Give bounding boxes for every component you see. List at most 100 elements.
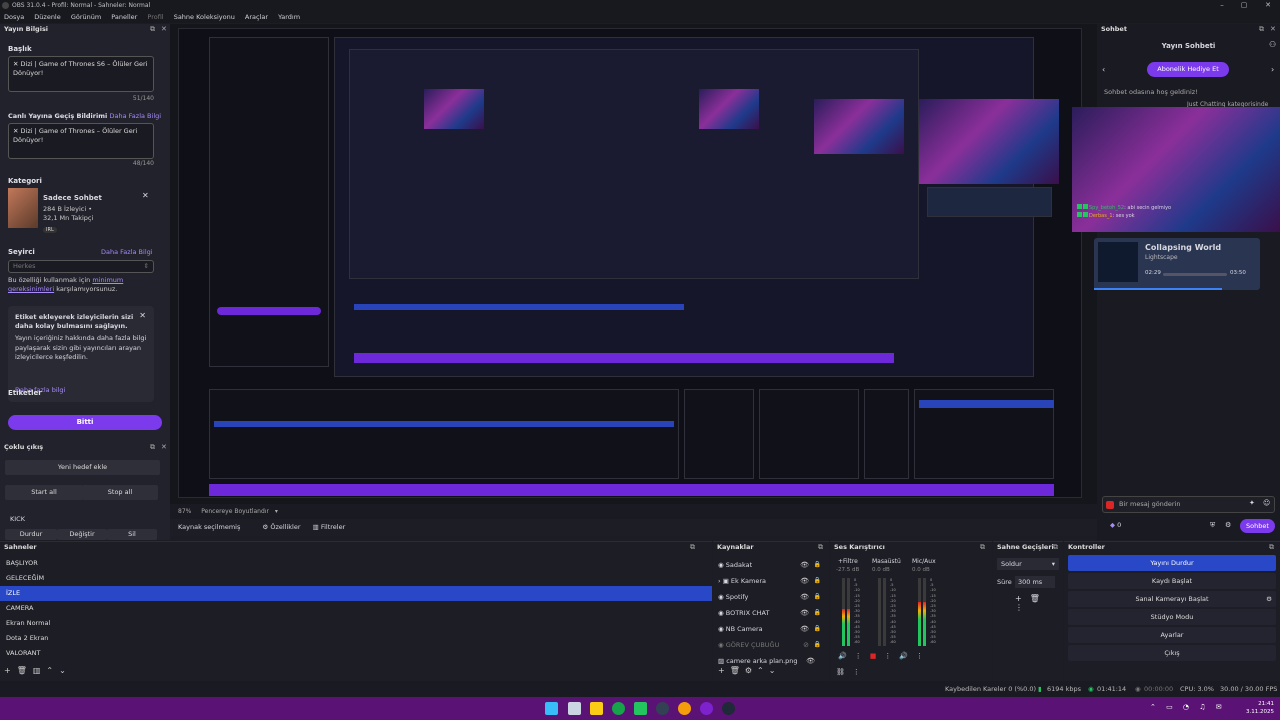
add-target-button[interactable]: Yeni hedef ekle	[5, 460, 160, 475]
task-view-icon[interactable]	[568, 702, 581, 715]
trash-icon[interactable]: 🗑	[1030, 594, 1048, 603]
add-icon[interactable]: +	[4, 666, 17, 675]
add-icon[interactable]: +	[1015, 594, 1030, 603]
float-dock-icon[interactable]: ⧉	[150, 24, 155, 35]
menu-scene-collection[interactable]: Sahne Koleksiyonu	[174, 13, 235, 21]
lock-icon[interactable]: 🔒	[814, 637, 821, 653]
eye-icon[interactable]: 👁	[800, 621, 809, 637]
float-dock-icon[interactable]: ⧉	[1259, 24, 1264, 35]
muted-speaker-icon[interactable]: ■	[870, 652, 885, 660]
preview-canvas[interactable]	[178, 28, 1082, 498]
more-icon[interactable]: ⋮	[853, 668, 868, 676]
user-list-icon[interactable]: ⚇	[1269, 40, 1276, 49]
windows-start-icon[interactable]	[545, 702, 558, 715]
menu-edit[interactable]: Düzenle	[34, 13, 60, 21]
float-dock-icon[interactable]: ⧉	[980, 542, 985, 553]
lock-icon[interactable]: 🔒	[814, 557, 821, 573]
done-button[interactable]: Bitti	[8, 415, 162, 430]
eye-icon[interactable]: 👁	[800, 605, 809, 621]
close-dock-icon[interactable]: ✕	[161, 24, 167, 35]
scene-item[interactable]: Dota 2 Ekran	[0, 631, 712, 646]
filter-icon[interactable]: ▥	[33, 666, 47, 675]
live-notice-input[interactable]: ✕ Dizi | Game of Thrones – Ölüler Geri D…	[8, 123, 154, 159]
menu-profile[interactable]: Profil	[147, 13, 163, 21]
chat-username[interactable]: Derbas_1	[1089, 213, 1113, 219]
float-dock-icon[interactable]: ⧉	[690, 542, 695, 553]
lock-icon[interactable]: 🔒	[814, 589, 821, 605]
trash-icon[interactable]: 🗑	[17, 666, 33, 675]
stop-stream-button[interactable]: Yayını Durdur	[1068, 555, 1276, 571]
gift-sub-button[interactable]: Abonelik Hediye Et	[1147, 62, 1229, 77]
settings-button[interactable]: Ayarlar	[1068, 627, 1276, 643]
settings-icon[interactable]: ⚙	[1225, 521, 1231, 529]
app-icon-2[interactable]	[722, 702, 735, 715]
chat-send-button[interactable]: Sohbet	[1240, 519, 1275, 533]
chat-input[interactable]: Bir mesaj gönderin ✦ ☺	[1102, 496, 1275, 513]
app-icon[interactable]	[700, 702, 713, 715]
float-dock-icon[interactable]: ⧉	[1269, 542, 1274, 553]
eye-icon[interactable]: 👁	[800, 557, 809, 573]
preview-area[interactable]	[170, 24, 1097, 504]
scene-item[interactable]: Ekran Normal	[0, 616, 712, 631]
menu-file[interactable]: Dosya	[4, 13, 24, 21]
more-icon[interactable]: ⋮	[916, 652, 931, 660]
float-dock-icon[interactable]: ⧉	[818, 542, 823, 553]
obs-taskbar-icon[interactable]	[656, 702, 669, 715]
stop-target-button[interactable]: Durdur	[5, 529, 57, 540]
lock-icon[interactable]: 🔒	[814, 573, 821, 589]
more-icon[interactable]: ⋮	[855, 652, 870, 660]
up-icon[interactable]: ⌃	[757, 666, 769, 675]
up-icon[interactable]: ⌃	[46, 666, 59, 675]
chrome-icon[interactable]	[678, 702, 691, 715]
start-all-button[interactable]: Start all	[5, 485, 83, 500]
properties-button[interactable]: Özellikler	[270, 523, 300, 531]
more-icon[interactable]: ⋮	[884, 652, 899, 660]
audience-more-link[interactable]: Daha Fazla Bilgi	[101, 248, 153, 256]
menu-tools[interactable]: Araçlar	[245, 13, 268, 21]
smile-icon[interactable]: ☺	[1263, 499, 1270, 507]
source-item-hidden[interactable]: ◉ GÖREV ÇUBUĞU ⊘ 🔒	[713, 637, 829, 653]
shield-icon[interactable]: ⛨	[1210, 521, 1215, 530]
source-item[interactable]: ◉ Sadakat 👁 🔒	[713, 557, 829, 573]
scene-item[interactable]: GELECEĞİM	[0, 571, 712, 586]
float-dock-icon[interactable]: ⧉	[150, 442, 155, 453]
gear-icon[interactable]: ⚙	[745, 666, 757, 675]
more-icon[interactable]: ⋮	[1015, 603, 1031, 612]
menu-help[interactable]: Yardım	[278, 13, 300, 21]
scene-item[interactable]: VALORANT	[0, 646, 712, 661]
chat-username[interactable]: Spy_betoh_52	[1089, 205, 1124, 211]
delete-target-button[interactable]: Sil	[107, 529, 157, 540]
start-virtual-camera-button[interactable]: Sanal Kamerayı Başlat ⚙	[1068, 591, 1276, 607]
start-recording-button[interactable]: Kaydı Başlat	[1068, 573, 1276, 589]
scene-item[interactable]: CAMERA	[0, 601, 712, 616]
file-explorer-icon[interactable]	[590, 702, 603, 715]
eye-icon[interactable]: 👁	[800, 573, 809, 589]
studio-mode-button[interactable]: Stüdyo Modu	[1068, 609, 1276, 625]
filters-button[interactable]: Filtreler	[321, 523, 345, 531]
close-dock-icon[interactable]: ✕	[161, 442, 167, 453]
scene-item-active[interactable]: İZLE	[0, 586, 712, 601]
down-icon[interactable]: ⌄	[59, 666, 72, 675]
eye-icon[interactable]: 👁	[800, 589, 809, 605]
media-player-icon[interactable]	[634, 702, 647, 715]
tray-icons[interactable]: ⌃ ▭ ◔ ♫ ✉	[1150, 703, 1226, 711]
clock[interactable]: 21:41 3.11.2025	[1246, 700, 1274, 716]
source-item[interactable]: ◉ Spotify 👁 🔒	[713, 589, 829, 605]
maximize-button[interactable]: ▢	[1234, 0, 1254, 11]
transition-select[interactable]: Soldur ▾	[997, 558, 1059, 570]
link-icon[interactable]: ⛓	[836, 668, 853, 676]
expand-icon[interactable]: ›	[718, 577, 721, 585]
source-item[interactable]: ◉ BOTRIX CHAT 👁 🔒	[713, 605, 829, 621]
lock-icon[interactable]: 🔒	[814, 621, 821, 637]
speaker-icon[interactable]: 🔊	[899, 652, 916, 660]
xbox-icon[interactable]	[612, 702, 625, 715]
lock-icon[interactable]: 🔒	[814, 605, 821, 621]
trash-icon[interactable]: 🗑	[730, 666, 745, 675]
fit-mode-select[interactable]: Pencereye Boyutlandır	[201, 508, 269, 515]
edit-target-button[interactable]: Değiştir	[57, 529, 107, 540]
live-notice-more-link[interactable]: Daha Fazla Bilgi	[110, 112, 162, 120]
remove-category-icon[interactable]: ✕	[142, 191, 149, 200]
source-item[interactable]: › ▣ Ek Kamera 👁 🔒	[713, 573, 829, 589]
next-arrow-icon[interactable]: ›	[1271, 65, 1274, 74]
float-dock-icon[interactable]: ⧉	[1053, 542, 1058, 553]
